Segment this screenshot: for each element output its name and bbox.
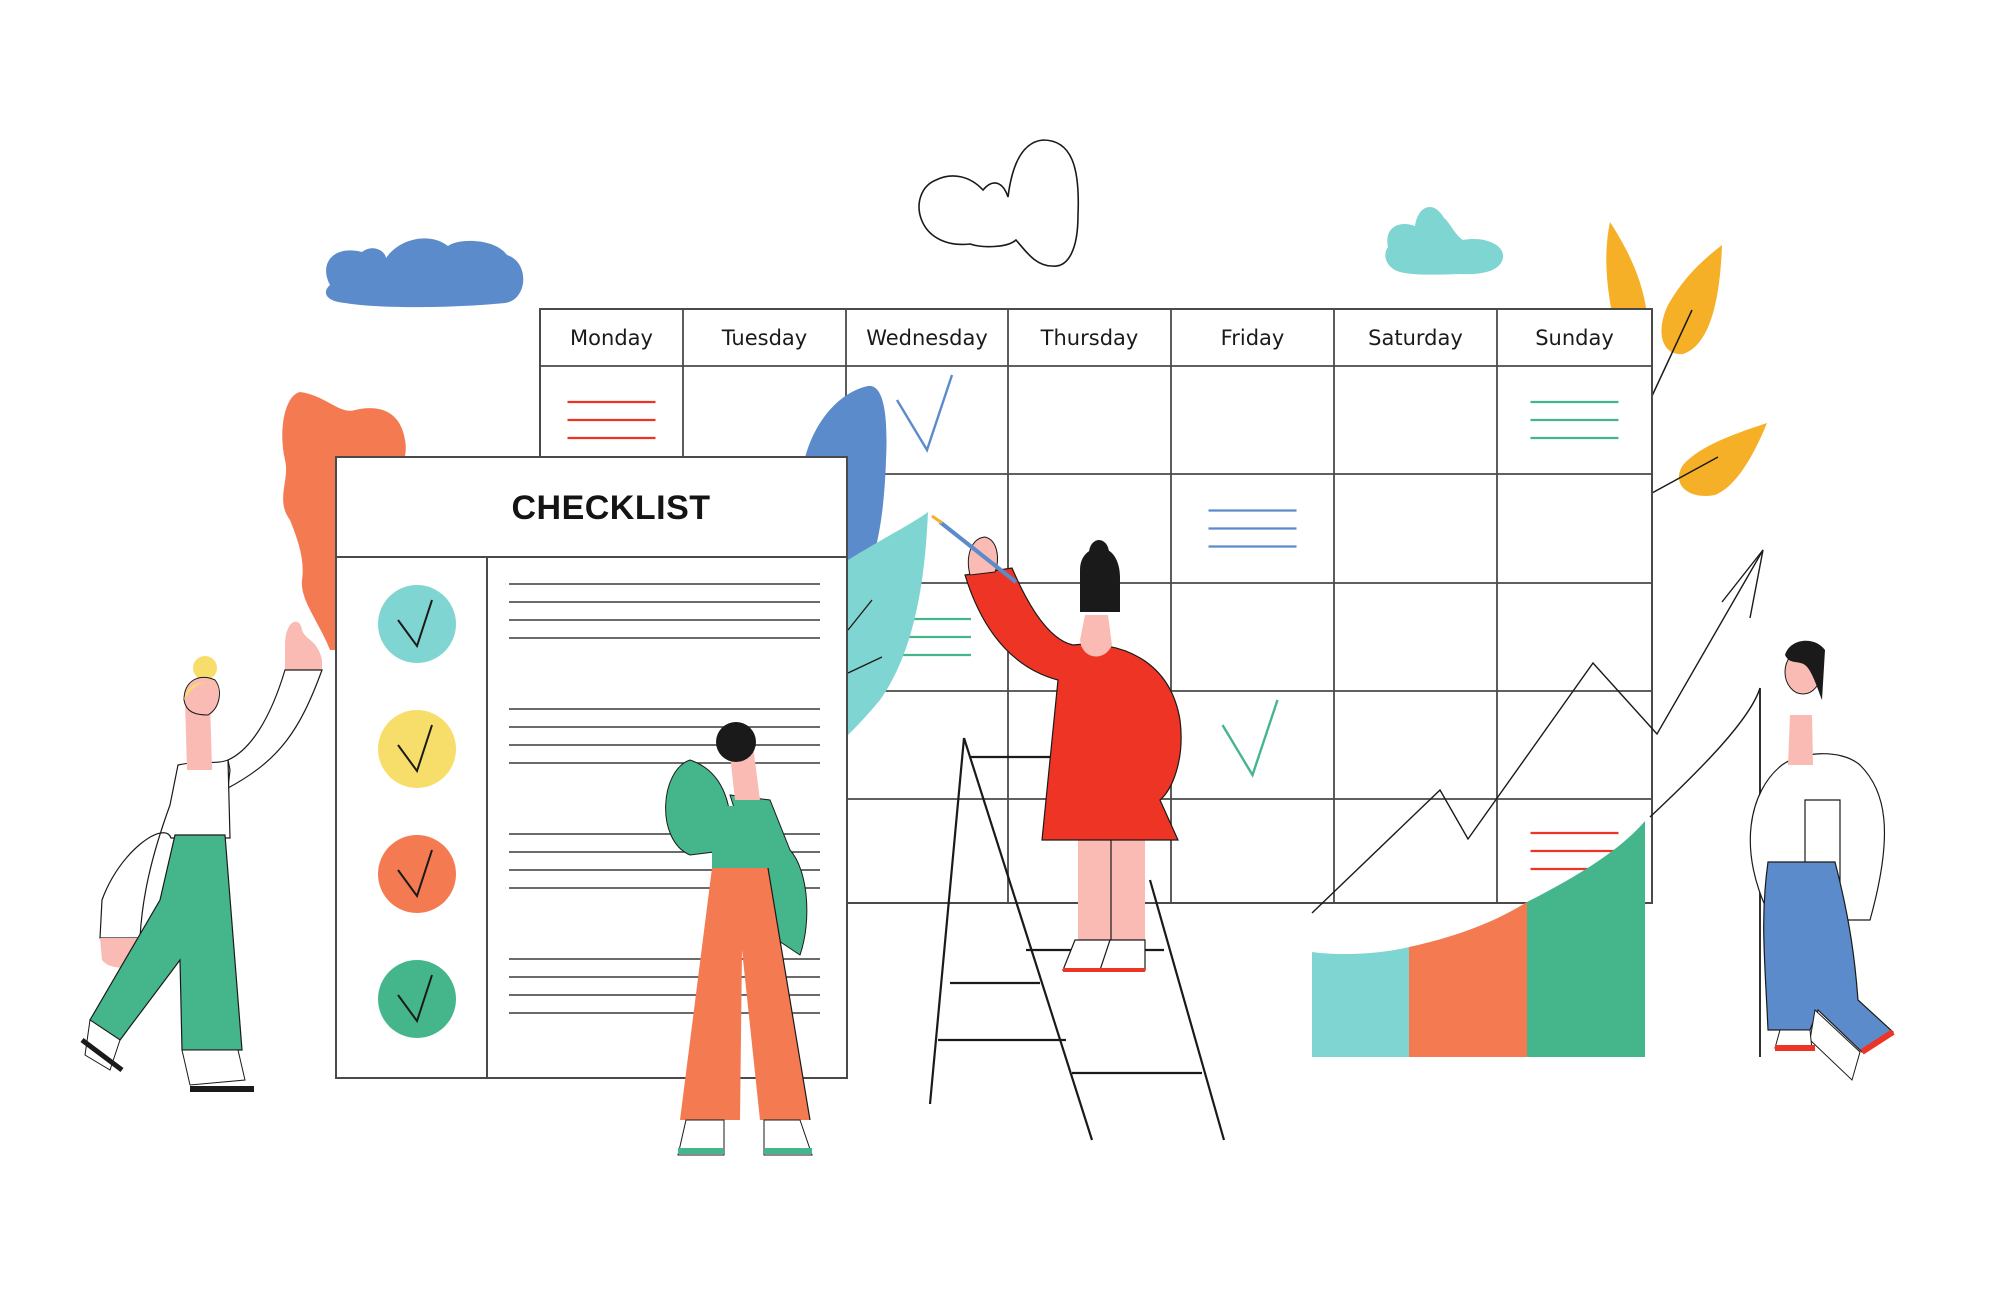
day-header-monday: Monday [570,326,653,350]
checkbox-circle[interactable] [378,835,456,913]
day-header-wednesday: Wednesday [866,326,988,350]
checklist-title: CHECKLIST [511,489,710,527]
checkbox-circle[interactable] [378,710,456,788]
day-header-thursday: Thursday [1040,326,1139,350]
growth-area-teal [1312,947,1409,1057]
day-header-sunday: Sunday [1535,326,1614,350]
outline-cloud [918,139,1080,267]
teal-cloud [1385,206,1504,275]
blue-cloud [325,238,524,308]
growth-area-orange [1409,902,1527,1057]
checkbox-circle[interactable] [378,585,456,663]
day-header-friday: Friday [1221,326,1285,350]
day-header-tuesday: Tuesday [721,326,807,350]
person-leaning [1749,640,1895,1081]
day-header-saturday: Saturday [1368,326,1463,350]
person-waving [80,621,323,1092]
curve-line [1649,687,1761,818]
illustration-scene: Monday Tuesday Wednesday Thursday Friday Satu… [80,139,1895,1156]
checkbox-circle[interactable] [378,960,456,1038]
